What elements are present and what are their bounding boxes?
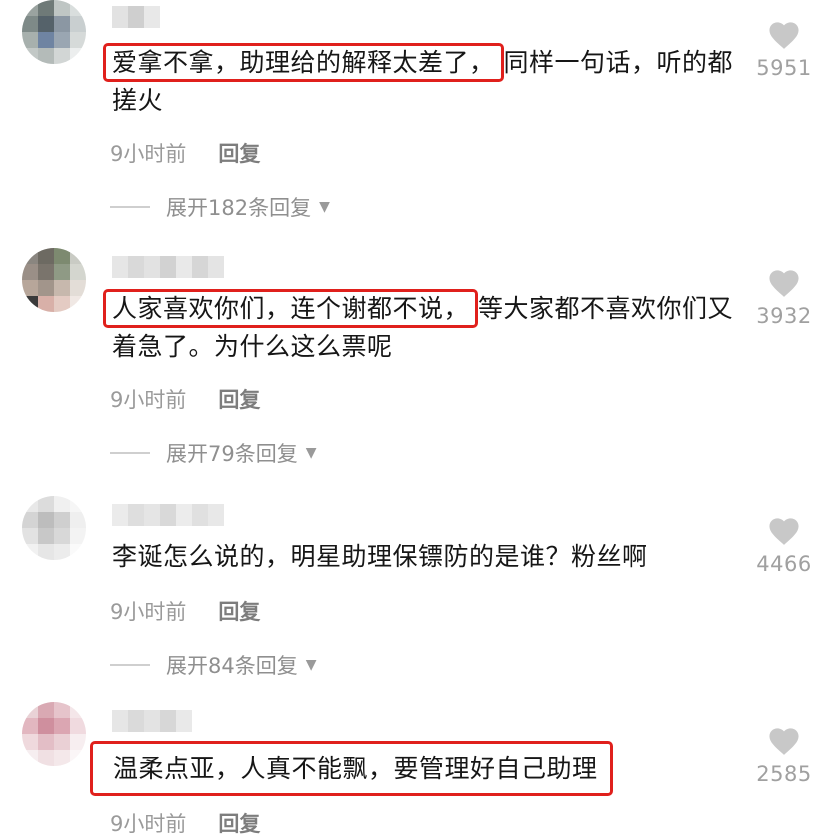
like-button[interactable]: 3932 <box>752 266 814 328</box>
caret-down-icon: ▼ <box>305 445 317 461</box>
like-count: 3932 <box>756 304 812 328</box>
expand-replies-label: 展开84条回复 <box>166 654 298 678</box>
avatar[interactable] <box>22 702 86 766</box>
like-count: 4466 <box>756 552 812 576</box>
comment-meta: 9小时前 回复 <box>110 384 260 414</box>
expand-replies-button[interactable]: 展开84条回复 ▼ <box>110 650 317 680</box>
comment-meta: 9小时前 回复 <box>110 596 260 626</box>
divider-line <box>110 664 150 666</box>
expand-replies-button[interactable]: 展开79条回复 ▼ <box>110 438 317 468</box>
avatar[interactable] <box>22 0 86 64</box>
like-count: 2585 <box>756 762 812 786</box>
heart-icon <box>769 518 799 545</box>
like-button[interactable]: 5951 <box>752 18 814 80</box>
comment-text-rest: 李诞怎么说的，明星助理保镖防的是谁？粉丝啊 <box>112 542 648 571</box>
avatar[interactable] <box>22 496 86 560</box>
timestamp: 9小时前 <box>110 812 187 836</box>
timestamp: 9小时前 <box>110 142 187 166</box>
username-blurred[interactable] <box>112 710 192 732</box>
comment-text: 李诞怎么说的，明星助理保镖防的是谁？粉丝啊 <box>112 538 752 576</box>
username-blurred[interactable] <box>112 6 160 28</box>
timestamp: 9小时前 <box>110 388 187 412</box>
reply-button[interactable]: 回复 <box>218 384 260 414</box>
expand-replies-label: 展开182条回复 <box>166 196 312 220</box>
caret-down-icon: ▼ <box>305 657 317 673</box>
comment-text: 人家喜欢你们，连个谢都不说， 等大家都不喜欢你们又着急了。为什么这么票呢 <box>103 289 752 366</box>
like-count: 5951 <box>756 56 812 80</box>
comment-meta: 9小时前 回复 <box>110 138 260 168</box>
reply-button[interactable]: 回复 <box>218 808 260 838</box>
caret-down-icon: ▼ <box>319 199 330 215</box>
highlighted-text: 人家喜欢你们，连个谢都不说， <box>103 289 479 328</box>
username-blurred[interactable] <box>112 256 224 278</box>
reply-button[interactable]: 回复 <box>218 596 260 626</box>
comment-text: 爱拿不拿，助理给的解释太差了， 同样一句话，听的都搓火 <box>103 43 752 120</box>
divider-line <box>110 206 150 208</box>
expand-replies-label: 展开79条回复 <box>166 442 298 466</box>
heart-icon <box>769 22 799 49</box>
heart-icon <box>769 728 799 755</box>
highlighted-text: 爱拿不拿，助理给的解释太差了， <box>103 43 504 82</box>
comment-text: 温柔点亚，人真不能飘，要管理好自己助理 <box>90 741 752 796</box>
timestamp: 9小时前 <box>110 600 187 624</box>
avatar[interactable] <box>22 248 86 312</box>
like-button[interactable]: 4466 <box>752 514 814 576</box>
heart-icon <box>769 270 799 297</box>
comment-meta: 9小时前 回复 <box>110 808 260 838</box>
expand-replies-button[interactable]: 展开182条回复 ▼ <box>110 192 330 222</box>
username-blurred[interactable] <box>112 504 224 526</box>
reply-button[interactable]: 回复 <box>218 138 260 168</box>
like-button[interactable]: 2585 <box>752 724 814 786</box>
divider-line <box>110 452 150 454</box>
highlighted-text: 温柔点亚，人真不能飘，要管理好自己助理 <box>90 741 613 796</box>
